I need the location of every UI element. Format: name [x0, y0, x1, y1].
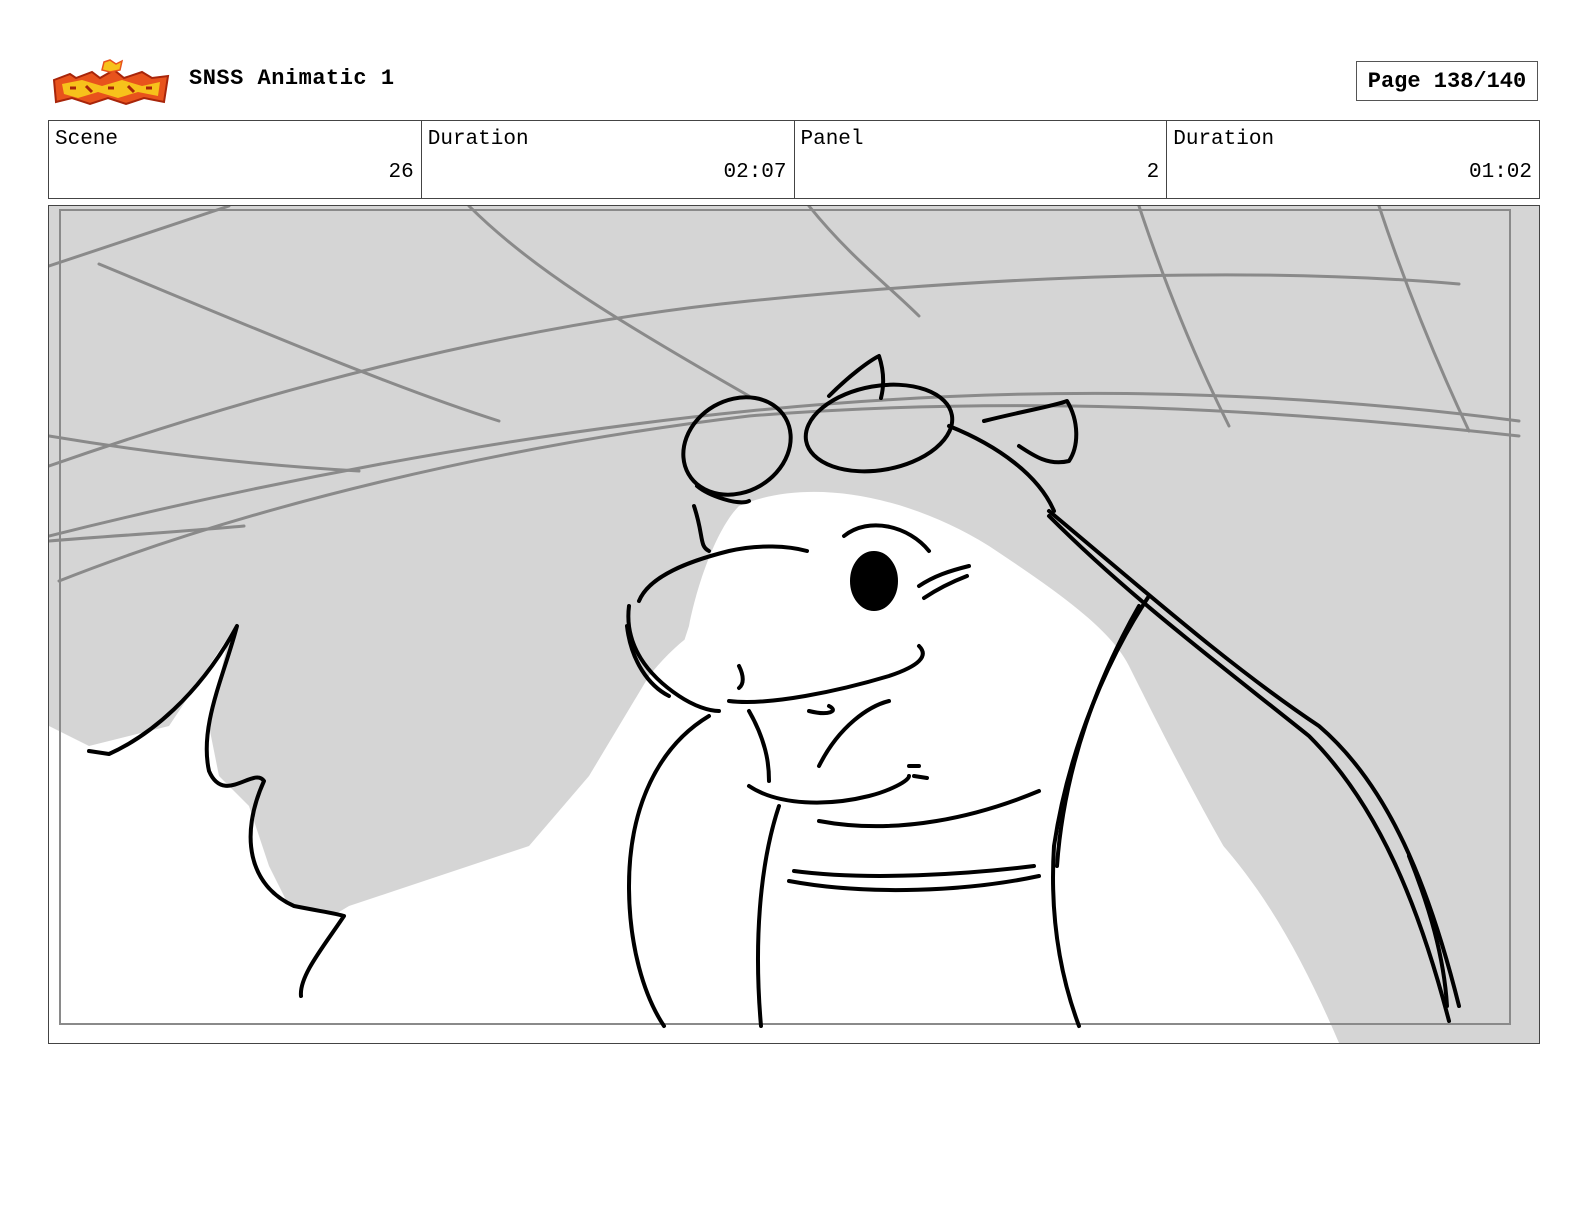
panel-duration-value: 01:02: [1468, 161, 1532, 184]
document-title: SNSS Animatic 1: [189, 66, 395, 91]
page-number: Page 138/140: [1356, 61, 1538, 101]
scene-duration-label: Duration: [427, 128, 529, 151]
panel-duration-label: Duration: [1173, 128, 1275, 151]
panel-duration-cell: Duration 01:02: [1167, 121, 1539, 198]
scene-duration-value: 02:07: [723, 161, 787, 184]
storyboard-sketch: [49, 206, 1539, 1043]
panel-value: 2: [1146, 161, 1160, 184]
info-row: Scene 26 Duration 02:07 Panel 2 Duration…: [48, 120, 1540, 199]
scene-cell: Scene 26: [49, 121, 422, 198]
scene-value: 26: [388, 161, 414, 184]
storyboard-panel: [48, 205, 1540, 1044]
scene-duration-cell: Duration 02:07: [422, 121, 795, 198]
panel-cell: Panel 2: [795, 121, 1168, 198]
panel-label: Panel: [800, 128, 864, 151]
scene-label: Scene: [55, 128, 119, 151]
show-logo: [52, 58, 170, 108]
